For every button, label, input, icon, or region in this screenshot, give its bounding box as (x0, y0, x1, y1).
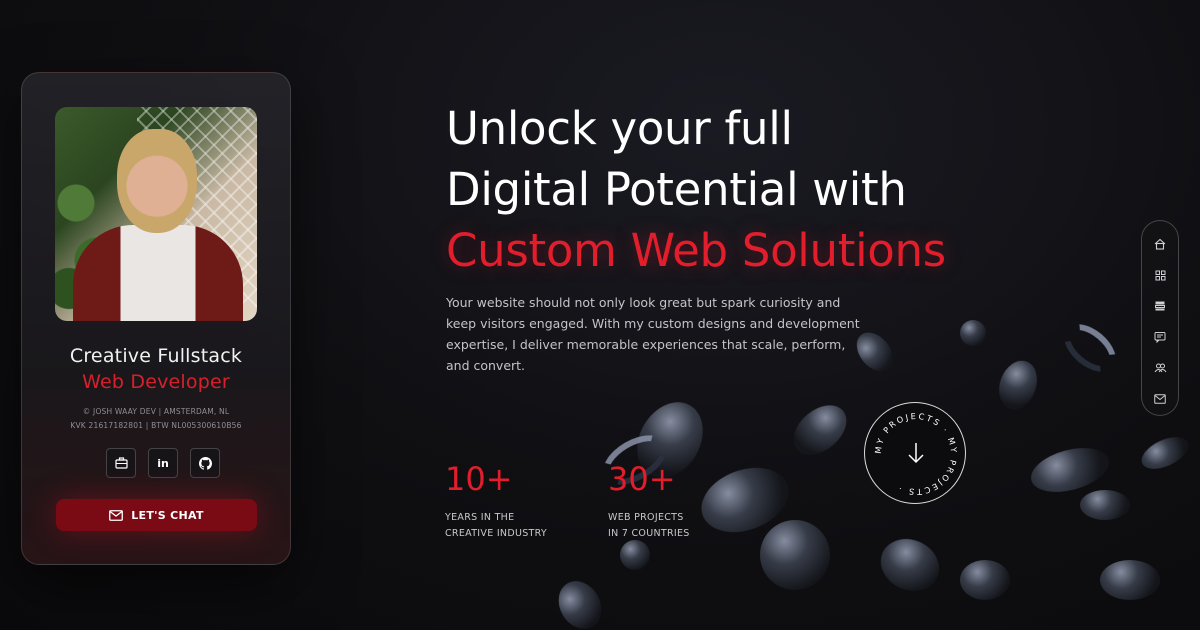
my-projects-badge[interactable]: MY PROJECTS · MY PROJECTS · (864, 402, 966, 504)
lets-chat-button[interactable]: LET'S CHAT (56, 499, 257, 531)
my-projects-ring: MY PROJECTS · MY PROJECTS · (873, 411, 957, 497)
social-links: in (106, 448, 220, 478)
home-icon (1154, 238, 1166, 250)
hero-title-line-1: Unlock your full (446, 102, 793, 155)
nav-grid[interactable] (1151, 266, 1169, 284)
profile-photo (55, 107, 257, 321)
hero-title-line-2: Digital Potential with (446, 163, 907, 216)
hero-description: Your website should not only look great … (446, 295, 860, 373)
nav-services[interactable] (1151, 297, 1169, 315)
card-subtitle: Web Developer (82, 371, 230, 393)
mail-icon (1154, 394, 1166, 404)
stat-projects-label-line-1: WEB PROJECTS (608, 512, 684, 523)
chat-icon (1154, 332, 1166, 343)
briefcase-icon (114, 457, 128, 469)
users-icon (1154, 363, 1166, 373)
stat-years-label: YEARS IN THE CREATIVE INDUSTRY (445, 510, 547, 542)
hero-title-line-3: Custom Web Solutions (446, 224, 946, 277)
profile-card: Creative Fullstack Web Developer © JOSH … (21, 72, 291, 565)
linkedin-icon: in (157, 456, 169, 470)
arrow-down-icon (908, 443, 924, 464)
side-nav-rail (1141, 220, 1179, 416)
stat-years-label-line-1: YEARS IN THE (445, 512, 515, 523)
stat-projects-value: 30+ (608, 460, 676, 498)
card-title: Creative Fullstack (69, 345, 243, 367)
nav-testimonials[interactable] (1151, 328, 1169, 346)
github-button[interactable] (190, 448, 220, 478)
briefcase-button[interactable] (106, 448, 136, 478)
stat-years-label-line-2: CREATIVE INDUSTRY (445, 528, 548, 539)
github-icon (198, 456, 212, 470)
server-icon (1155, 301, 1165, 311)
grid-icon (1155, 270, 1165, 280)
stat-years-value: 10+ (445, 460, 513, 498)
linkedin-button[interactable]: in (148, 448, 178, 478)
stat-projects-label: WEB PROJECTS IN 7 COUNTRIES (608, 510, 690, 542)
lets-chat-label: LET'S CHAT (131, 508, 204, 522)
nav-home[interactable] (1151, 235, 1169, 253)
nav-about[interactable] (1151, 359, 1169, 377)
mail-icon (109, 509, 124, 521)
card-meta: © JOSH WAAY DEV | AMSTERDAM, NL KVK 2161… (22, 405, 290, 433)
stat-projects-label-line-2: IN 7 COUNTRIES (608, 528, 690, 539)
nav-contact[interactable] (1151, 390, 1169, 408)
card-meta-line-1: © JOSH WAAY DEV | AMSTERDAM, NL (82, 407, 230, 416)
card-meta-line-2: KVK 21617182801 | BTW NL005300610B56 (70, 421, 242, 430)
